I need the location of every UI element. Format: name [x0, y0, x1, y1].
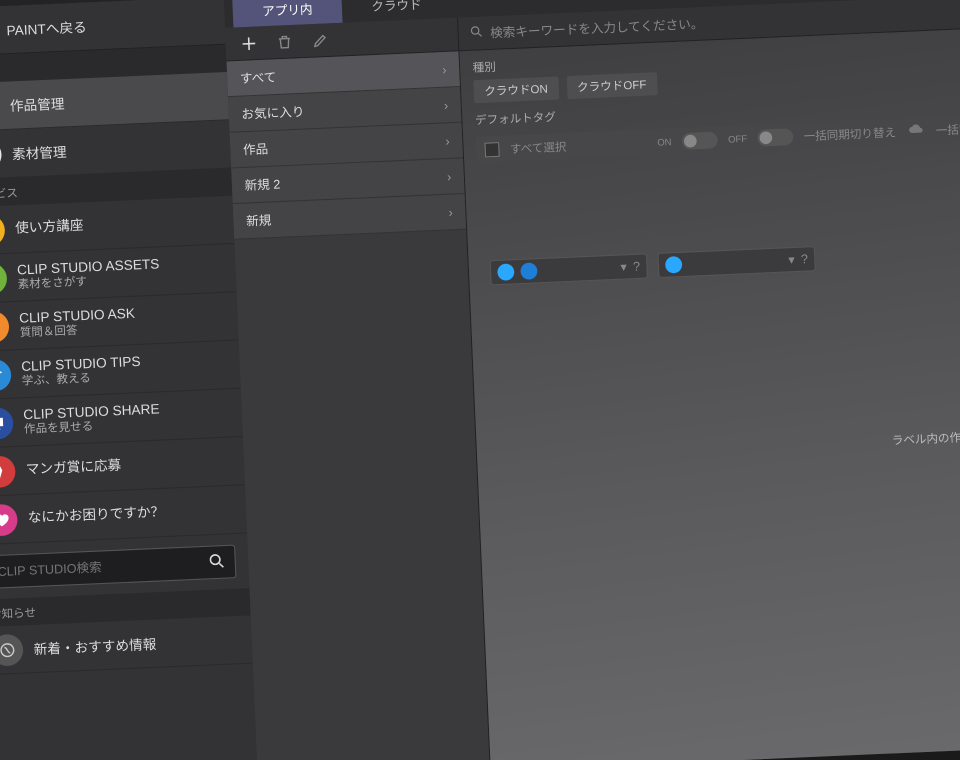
off-label: OFF [728, 133, 747, 144]
graduation-icon [0, 358, 12, 391]
news-icon [0, 633, 24, 666]
label-text: すべて [240, 68, 277, 87]
label-text: 新規 2 [244, 175, 280, 194]
select-all-label: すべて選択 [510, 138, 567, 157]
select-all-checkbox[interactable] [484, 142, 499, 157]
chevron-right-icon: › [445, 133, 450, 148]
label-text: 新規 [246, 211, 272, 230]
status-dot-icon [665, 256, 683, 274]
work-thumbnails: ▾ ? ▾ ? [490, 246, 816, 285]
sidebar-search-input[interactable] [0, 555, 208, 579]
status-dot-icon [497, 263, 515, 281]
search-doc-icon [0, 262, 8, 295]
chevron-right-icon: › [442, 62, 447, 77]
sidebar-item-label: なにかお困りですか？ [28, 504, 165, 527]
share-icon [0, 407, 14, 440]
question-icon: ? [0, 310, 10, 343]
edit-label-button[interactable] [309, 29, 331, 51]
delete-label-button[interactable] [274, 31, 296, 53]
sync-toggle-label: 一括同期切り替え [803, 123, 896, 144]
cloud-icon [906, 121, 926, 140]
sidebar-item-label: 使い方講座 [15, 217, 84, 237]
lightbulb-icon [0, 214, 5, 247]
sync-toggle-off[interactable] [757, 128, 793, 146]
sync-dot-icon [520, 262, 538, 280]
chevron-right-icon: › [448, 205, 453, 220]
chevron-down-icon[interactable]: ▾ [620, 259, 627, 274]
sidebar-search[interactable] [0, 545, 236, 589]
labels-column: すべて › お気に入り › 作品 › 新規 2 › 新規 › [227, 51, 491, 760]
chevron-down-icon[interactable]: ▾ [788, 252, 795, 267]
label-text: 作品 [243, 140, 269, 159]
sidebar-item-label: 新着・おすすめ情報 [33, 633, 157, 658]
sidebar-item-news[interactable]: 新着・おすすめ情報 [0, 615, 253, 675]
sidebar-item-label: 素材管理 [12, 141, 67, 163]
label-text: お気に入り [241, 102, 305, 123]
work-item[interactable]: ▾ ? [490, 253, 648, 285]
works-panel: 種別 クラウドON クラウドOFF デフォルトタグ すべて選択 ON [459, 27, 960, 760]
cloud-on-button[interactable]: クラウドON [473, 76, 558, 103]
cloud-off-button[interactable]: クラウドOFF [566, 72, 657, 99]
sidebar-item-label: マンガ賞に応募 [25, 457, 121, 478]
search-icon [469, 24, 484, 42]
keyword-placeholder: 検索キーワードを入力してください。 [490, 14, 704, 41]
chevron-right-icon: › [444, 98, 449, 113]
paint-return-label: PAINTへ戻る [6, 16, 87, 39]
on-label: ON [657, 136, 672, 147]
content: アプリ内 クラウド 検索キーワードを入力してください。 すべて› お気に入り› [224, 0, 960, 760]
heart-icon [0, 503, 18, 536]
add-label-button[interactable] [238, 32, 260, 54]
pen-icon [0, 455, 16, 488]
help-icon[interactable]: ? [633, 259, 641, 274]
sidebar-item-help[interactable]: なにかお困りですか？ [0, 485, 247, 545]
chevron-right-icon: › [447, 169, 452, 184]
help-icon[interactable]: ? [801, 252, 809, 267]
sync-all-label: 一括同期 [935, 119, 960, 138]
footer-note: ラベル内の作品をすべて表 [891, 426, 960, 449]
materials-icon [0, 138, 2, 171]
sidebar: PAINTへ戻る 管理 作品管理 素材管理 サービス 使い方講座 [0, 0, 258, 760]
sidebar-item-label: 作品管理 [9, 93, 64, 115]
sync-toggle-on[interactable] [682, 131, 718, 149]
work-item[interactable]: ▾ ? [657, 246, 815, 278]
search-icon[interactable] [207, 551, 227, 574]
